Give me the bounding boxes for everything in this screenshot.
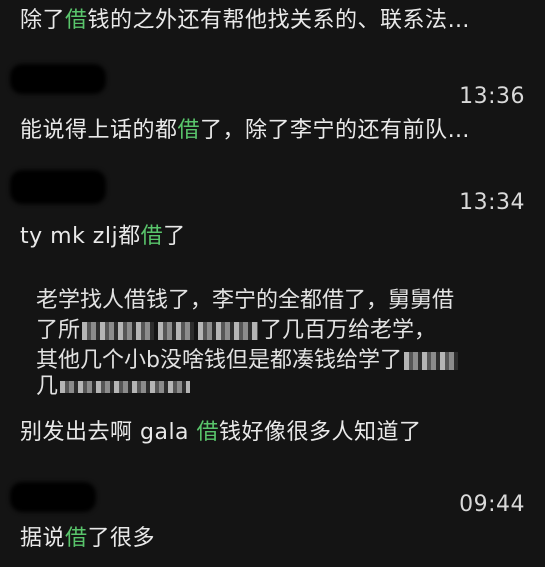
pixelated-redaction [60,381,191,393]
forwarded-text-line: 老学找人借钱了，李宁的全都借了，舅舅借 [36,288,455,313]
blurred-avatar [10,170,106,204]
chat-message: 别发出去啊 gala 借钱好像很多人知道了 [20,420,422,446]
pixelated-redaction [403,352,458,370]
message-text: 钱好像很多人知道了 [219,420,422,445]
message-text: 据说 [20,526,66,551]
highlight-keyword: 借 [140,224,164,249]
message-timestamp: 09:44 [459,492,525,517]
message-timestamp: 13:36 [459,84,525,109]
message-text: 能说得上话的都 [20,118,178,143]
chat-message: 除了借钱的之外还有帮他找关系的、联系法… [20,8,470,34]
message-text: 钱的之外还有帮他找关系的、联系法… [87,8,471,33]
highlight-keyword: 借 [65,8,88,33]
highlight-keyword: 借 [196,420,220,445]
pixelated-redaction [158,322,195,340]
chat-message: 能说得上话的都借了，除了李宁的还有前队… [20,118,470,144]
forwarded-text-line: 几 [36,374,192,400]
highlight-keyword: 借 [177,118,201,143]
message-text: 了，除了李宁的还有前队… [200,118,471,143]
message-text: 了几百万给老学， [260,318,437,343]
highlight-keyword: 借 [65,526,88,551]
message-text: 了 [163,224,186,249]
pixelated-redaction [82,322,155,340]
forwarded-text-line: 了所 了几百万给老学， [36,318,436,344]
pixelated-redaction [198,322,259,340]
blurred-avatar [10,482,96,512]
chat-message: ty mk zlj都借了 [20,224,186,250]
message-text: 了很多 [87,526,156,551]
message-text: ty mk zlj都 [20,224,141,249]
forwarded-text-line: 其他几个小b没啥钱但是都凑钱给学了 [36,348,460,374]
message-text: 其他几个小b没啥钱但是都凑钱给学了 [36,348,402,373]
message-text: 了所 [36,318,81,343]
blurred-avatar [10,64,106,94]
message-timestamp: 13:34 [459,190,525,215]
message-text: 除了 [20,8,66,33]
chat-message: 据说借了很多 [20,526,155,552]
message-text: 别发出去啊 gala [20,420,197,445]
message-text: 几 [36,374,59,399]
chat-screenshot: 除了借钱的之外还有帮他找关系的、联系法… 13:36 能说得上话的都借了，除了李… [0,0,545,567]
